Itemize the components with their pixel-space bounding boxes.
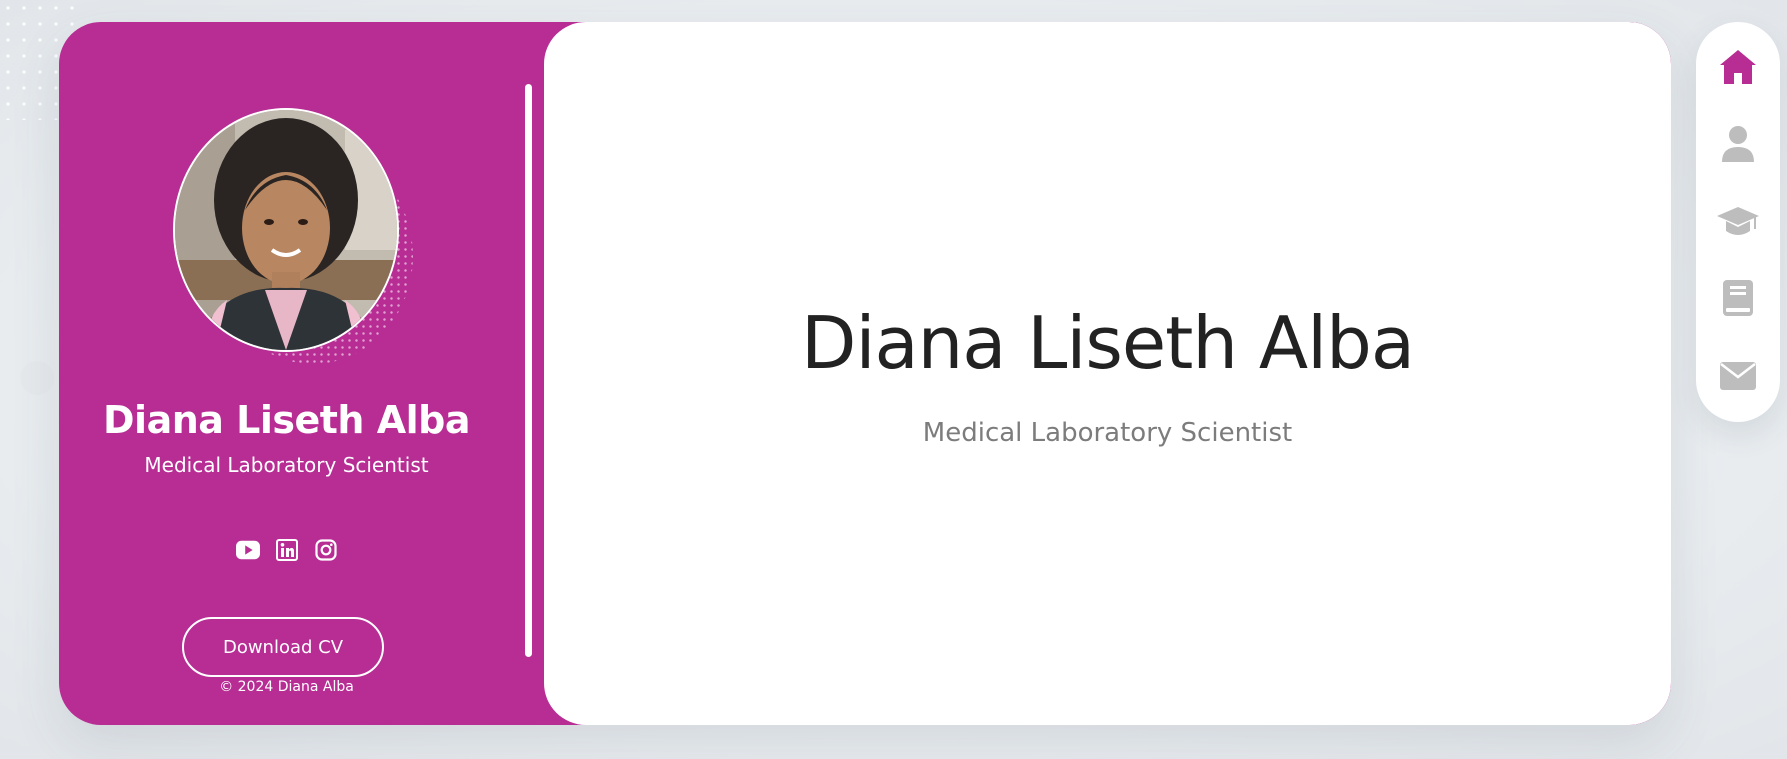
page: Diana Liseth Alba Medical Laboratory Sci… <box>0 0 1787 759</box>
instagram-icon[interactable] <box>314 538 338 562</box>
download-cv-button[interactable]: Download CV <box>182 617 384 677</box>
nav-item-about[interactable] <box>1696 114 1780 174</box>
book-icon <box>1723 280 1753 316</box>
graduation-cap-icon <box>1717 207 1759 235</box>
decorative-circle <box>20 361 54 395</box>
nav-item-publications[interactable] <box>1696 268 1780 328</box>
nav-item-education[interactable] <box>1696 192 1780 252</box>
hero-name: Diana Liseth Alba <box>801 301 1415 385</box>
side-navigation <box>1696 22 1780 422</box>
sidebar-name: Diana Liseth Alba <box>103 398 471 442</box>
user-icon <box>1722 126 1754 162</box>
envelope-icon <box>1720 362 1756 390</box>
social-links <box>59 538 514 562</box>
nav-item-home[interactable] <box>1696 37 1780 97</box>
nav-item-contact[interactable] <box>1696 346 1780 406</box>
avatar <box>173 108 399 352</box>
avatar-container <box>173 108 413 364</box>
sidebar-divider <box>525 84 532 657</box>
copyright: © 2024 Diana Alba <box>219 679 354 695</box>
main-content: Diana Liseth Alba Medical Laboratory Sci… <box>544 22 1671 725</box>
linkedin-icon[interactable] <box>275 538 299 562</box>
profile-photo <box>175 110 397 350</box>
hero-role: Medical Laboratory Scientist <box>922 418 1293 448</box>
home-icon <box>1720 50 1756 84</box>
youtube-icon[interactable] <box>235 538 260 562</box>
profile-card: Diana Liseth Alba Medical Laboratory Sci… <box>59 22 1671 725</box>
sidebar-role: Medical Laboratory Scientist <box>144 453 429 477</box>
sidebar: Diana Liseth Alba Medical Laboratory Sci… <box>59 22 544 725</box>
